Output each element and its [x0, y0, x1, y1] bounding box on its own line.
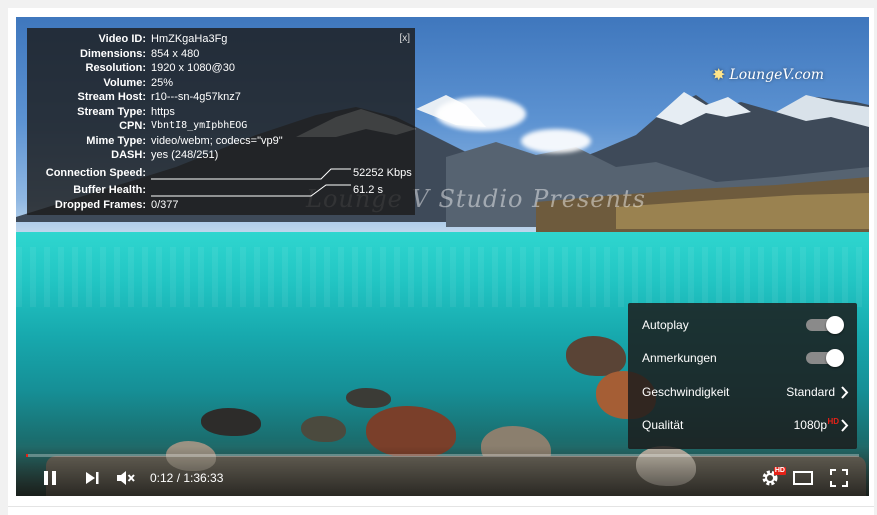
stat-label: CPN: — [119, 120, 146, 132]
theater-mode-button[interactable] — [791, 466, 815, 490]
annotations-toggle[interactable] — [806, 349, 844, 367]
toggle-knob — [826, 316, 844, 334]
menu-item-autoplay[interactable]: Autoplay — [628, 309, 857, 342]
toggle-knob — [826, 349, 844, 367]
mute-button[interactable] — [114, 466, 138, 490]
stat-label: Dropped Frames: — [54, 199, 146, 211]
menu-item-value: Standard — [786, 385, 835, 399]
stat-label: Buffer Health: — [73, 184, 146, 196]
menu-item-label: Anmerkungen — [642, 351, 717, 365]
fullscreen-button[interactable] — [827, 466, 851, 490]
menu-item-label: Geschwindigkeit — [642, 385, 730, 399]
stats-close-button[interactable]: [x] — [399, 33, 410, 44]
stat-value: 854 x 480 — [151, 47, 200, 60]
stat-value: 1920 x 1080@30 — [151, 62, 235, 74]
settings-button[interactable]: HD — [758, 466, 786, 490]
menu-item-label: Autoplay — [642, 318, 689, 332]
stat-label: Resolution: — [85, 62, 147, 74]
cloud — [521, 129, 591, 153]
progress-bar[interactable] — [26, 454, 859, 457]
menu-item-annotations[interactable]: Anmerkungen — [628, 342, 857, 375]
stat-value: HmZKgaHa3Fg — [151, 33, 228, 45]
channel-logo-text: LoungeV.com — [729, 66, 825, 83]
stat-label: Volume: — [103, 76, 146, 89]
menu-item-quality[interactable]: Qualität 1080p HD — [628, 409, 857, 442]
theater-mode-icon — [793, 471, 813, 485]
stat-label: Video ID: — [98, 33, 146, 45]
stat-value: video/webm; codecs="vp9" — [151, 134, 283, 147]
star-icon: ✸ — [712, 65, 726, 84]
progress-bar-played — [26, 454, 28, 457]
stat-value: r10---sn-4g57knz7 — [151, 91, 241, 103]
stat-value: VbntI8_ymIpbhEOG — [151, 120, 248, 131]
stat-value: 25% — [151, 76, 174, 89]
stat-label: DASH: — [111, 149, 146, 161]
stat-label: Mime Type: — [86, 134, 146, 147]
water-ripples — [16, 247, 869, 307]
settings-menu: Autoplay Anmerkungen Geschwindigkeit Sta… — [628, 303, 857, 449]
menu-item-value: 1080p — [793, 418, 827, 432]
stat-value: 0/377 — [151, 199, 179, 211]
mute-icon — [117, 471, 135, 485]
menu-item-label: Qualität — [642, 418, 684, 432]
settings-hd-badge: HD — [773, 467, 786, 475]
connection-speed-value: 52252 Kbps — [353, 167, 412, 179]
hd-badge: HD — [827, 417, 839, 426]
video-player[interactable]: Lounge V Studio Presents ✸ LoungeV.com [… — [16, 17, 869, 496]
stats-for-nerds-panel: [x] Video ID: HmZKgaHa3Fg Dimensions: 85… — [27, 28, 415, 215]
fullscreen-icon — [830, 469, 848, 487]
stat-label: Stream Type: — [77, 105, 146, 118]
autoplay-toggle[interactable] — [806, 316, 844, 334]
channel-logo: ✸ LoungeV.com — [712, 65, 824, 84]
next-icon — [86, 472, 99, 484]
menu-item-speed[interactable]: Geschwindigkeit Standard — [628, 376, 857, 409]
next-button[interactable] — [80, 466, 104, 490]
pause-icon — [44, 471, 56, 485]
stat-value: yes (248/251) — [151, 149, 219, 161]
buffer-health-value: 61.2 s — [353, 184, 383, 196]
stat-label: Connection Speed: — [45, 167, 146, 179]
stat-value: https — [151, 105, 175, 118]
buffer-health-graph — [151, 184, 351, 197]
stat-label: Dimensions: — [79, 47, 146, 60]
connection-speed-graph — [151, 168, 351, 180]
stat-label: Stream Host: — [77, 91, 146, 103]
time-display: 0:12 / 1:36:33 — [150, 471, 224, 485]
play-pause-button[interactable] — [38, 466, 62, 490]
cloud — [436, 97, 526, 131]
